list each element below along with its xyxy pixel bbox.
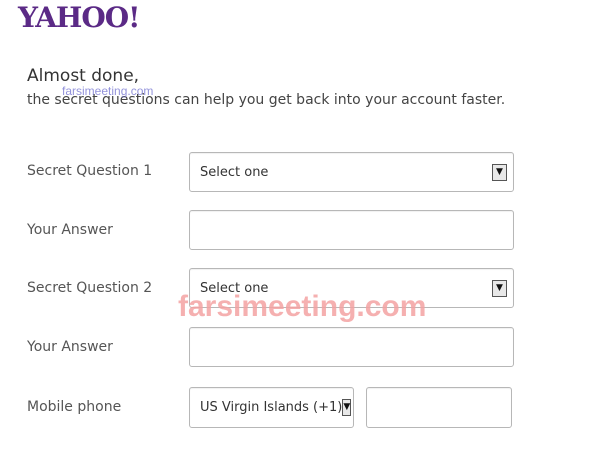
answer-2-input[interactable] — [189, 327, 514, 367]
secret-question-2-selected: Select one — [200, 280, 269, 296]
page-title: Almost done, — [27, 66, 140, 86]
answer-1-input[interactable] — [189, 210, 514, 250]
chevron-down-icon[interactable]: ▼ — [492, 279, 507, 297]
watermark-small: farsimeeting.com — [62, 84, 154, 98]
chevron-down-icon[interactable]: ▼ — [492, 163, 507, 181]
secret-question-1-selected: Select one — [200, 164, 269, 180]
secret-question-1-select[interactable]: Select one ▼ — [189, 152, 514, 192]
chevron-down-icon[interactable]: ▼ — [342, 399, 352, 416]
answer-2-label: Your Answer — [27, 339, 113, 355]
secret-question-2-select[interactable]: Select one ▼ — [189, 268, 514, 308]
mobile-country-select[interactable]: US Virgin Islands (+1) ▼ — [189, 387, 354, 428]
secret-question-2-label: Secret Question 2 — [27, 280, 153, 296]
secret-question-1-label: Secret Question 1 — [27, 163, 153, 179]
mobile-phone-label: Mobile phone — [27, 399, 122, 415]
answer-1-label: Your Answer — [27, 222, 113, 238]
yahoo-logo: YAHOO! — [18, 1, 140, 34]
mobile-country-selected: US Virgin Islands (+1) — [200, 400, 343, 415]
mobile-phone-input[interactable] — [366, 387, 512, 428]
